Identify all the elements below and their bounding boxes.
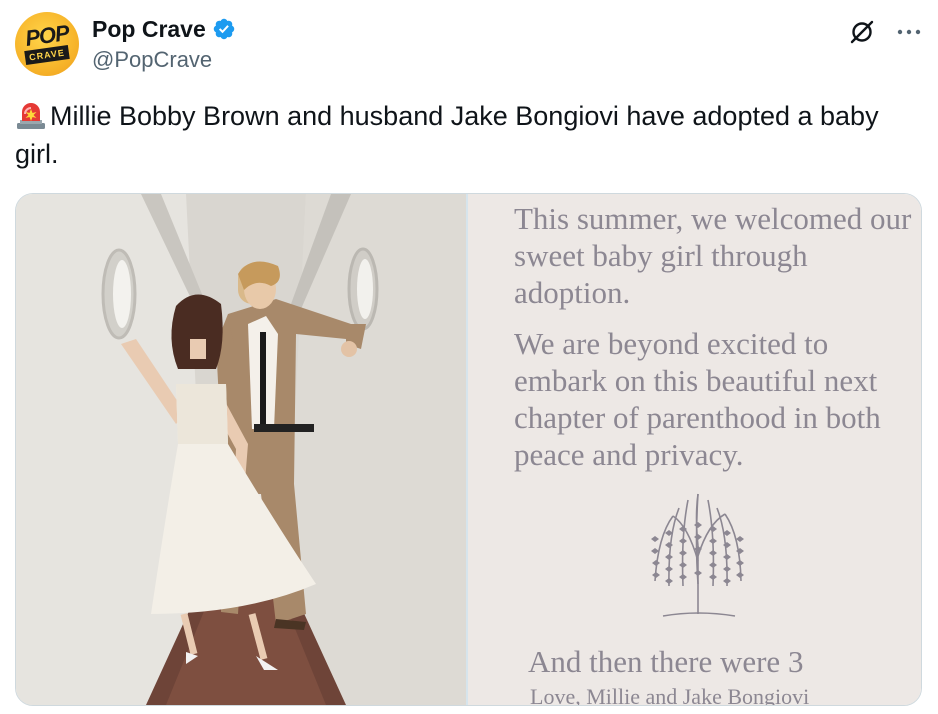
announcement-closing: And then there were 3 bbox=[528, 644, 804, 679]
couple-photo[interactable] bbox=[16, 194, 466, 705]
avatar[interactable]: POP CRAVE bbox=[15, 12, 79, 76]
tweet-body: Millie Bobby Brown and husband Jake Bong… bbox=[15, 101, 879, 169]
tweet-media[interactable]: This summer, we welcomed our sweet baby … bbox=[15, 193, 922, 706]
author-display-name[interactable]: Pop Crave bbox=[92, 16, 206, 43]
announcement-signoff: Love, Millie and Jake Bongiovi bbox=[530, 684, 810, 706]
tweet-text: Millie Bobby Brown and husband Jake Bong… bbox=[15, 97, 920, 173]
announcement-paragraph-1: This summer, we welcomed our sweet baby … bbox=[514, 201, 912, 310]
more-icon[interactable] bbox=[894, 18, 924, 46]
announcement-paragraph-2: We are beyond excited to embark on this … bbox=[514, 326, 881, 472]
author-handle[interactable]: @PopCrave bbox=[92, 47, 212, 73]
announcement-card[interactable]: This summer, we welcomed our sweet baby … bbox=[468, 194, 921, 705]
grok-icon[interactable] bbox=[848, 18, 876, 46]
siren-icon bbox=[17, 103, 45, 129]
willow-tree-icon bbox=[651, 493, 744, 617]
author-name-row: Pop Crave bbox=[92, 14, 236, 44]
tweet: POP CRAVE Pop Crave @PopCrave Millie Bob… bbox=[0, 0, 938, 714]
verified-badge-icon[interactable] bbox=[212, 17, 236, 41]
